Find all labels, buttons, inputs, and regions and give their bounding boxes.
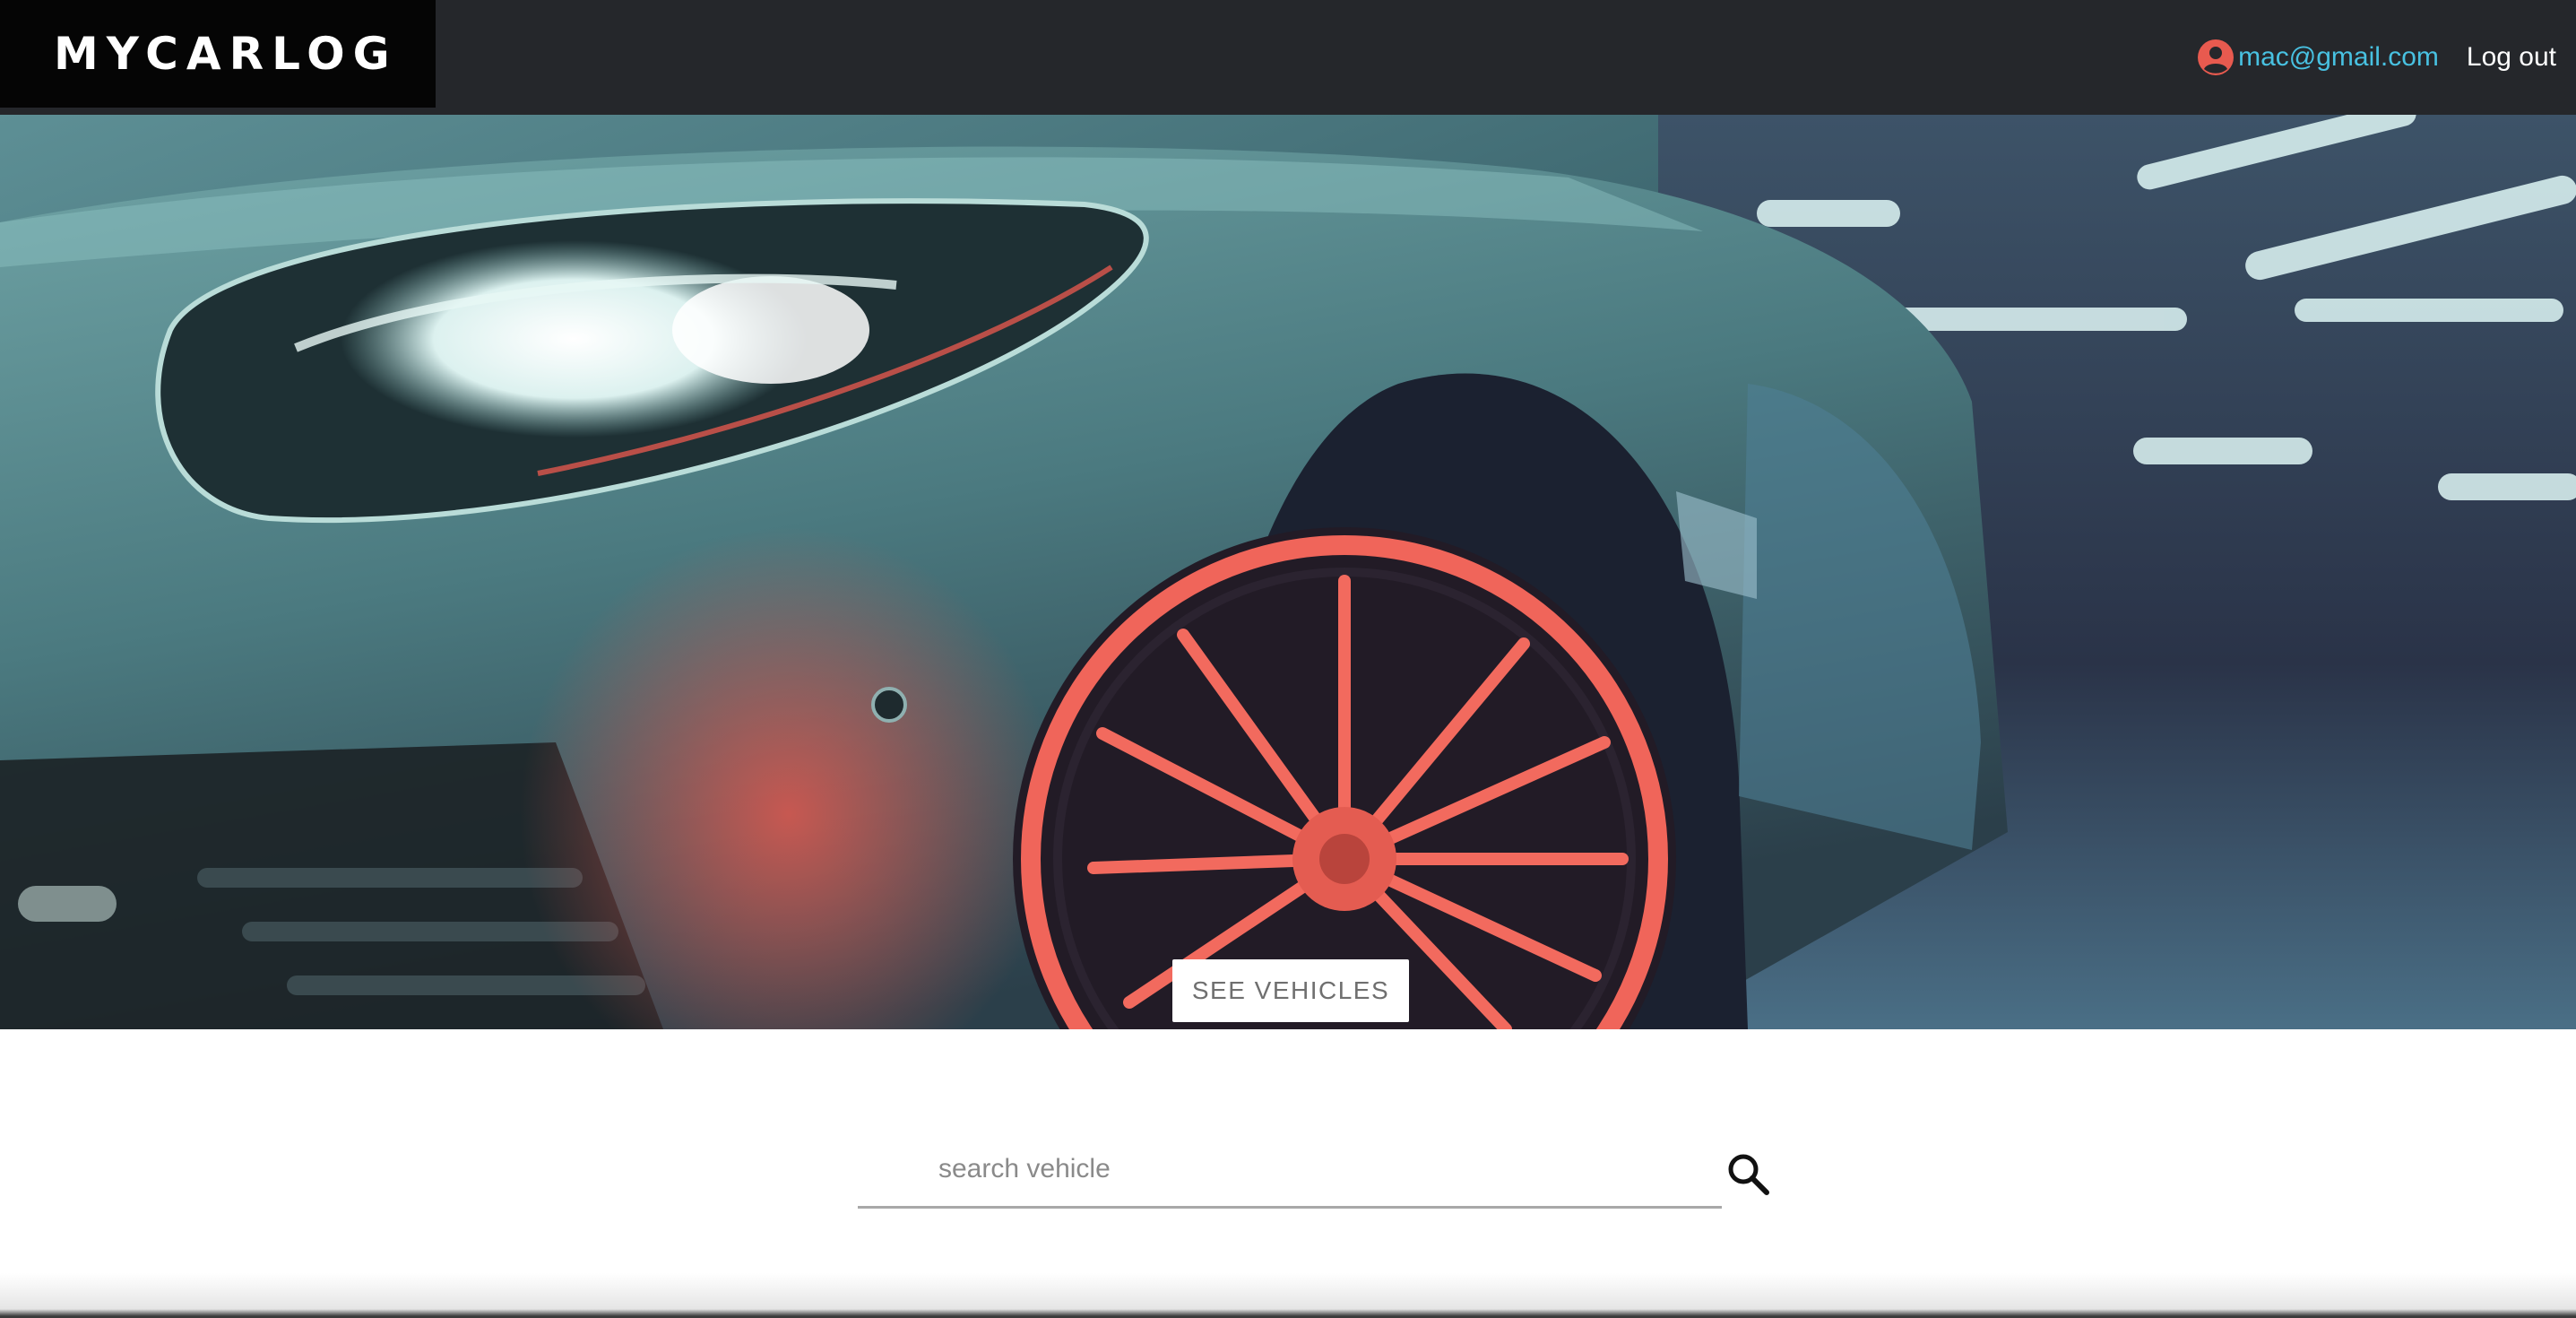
vehicle-search-bar [858,1132,1772,1212]
logout-link[interactable]: Log out [2467,42,2556,73]
user-menu: mac@gmail.com Log out [2197,0,2556,115]
top-navbar: MYCARLOG mac@gmail.com Log out [0,0,2576,115]
user-email: mac@gmail.com [2238,42,2439,72]
search-input[interactable] [858,1132,1722,1209]
sports-car-headlight-photo [0,115,2576,1029]
brand-logo[interactable]: MYCARLOG [0,0,436,108]
search-icon[interactable] [1724,1149,1772,1198]
see-vehicles-button[interactable]: SEE VEHICLES [1172,959,1409,1022]
user-circle-icon [2197,39,2235,76]
user-profile-link[interactable]: mac@gmail.com [2197,39,2439,76]
hero-carousel: SEE VEHICLES [0,115,2576,1029]
brand-name: MYCARLOG [54,28,398,80]
content-card-edge [0,1273,2576,1318]
